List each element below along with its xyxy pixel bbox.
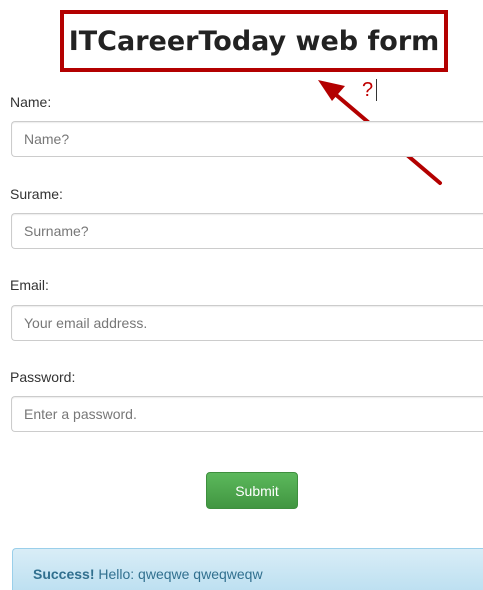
surname-input[interactable] xyxy=(11,213,483,249)
title-highlight-box: ITCareerToday web form xyxy=(60,10,448,72)
web-form-page: ITCareerToday web form ? Name: Surame: E… xyxy=(0,0,483,590)
email-label: Email: xyxy=(10,277,49,293)
text-caret xyxy=(376,79,377,101)
submit-button[interactable]: Submit xyxy=(206,472,298,509)
success-alert: Success! Hello: qweqwe qweqweqw xyxy=(12,548,483,590)
password-input[interactable] xyxy=(11,396,483,432)
password-label: Password: xyxy=(10,369,76,385)
surname-label: Surame: xyxy=(10,186,63,202)
name-label: Name: xyxy=(10,94,52,110)
email-input[interactable] xyxy=(11,305,483,341)
question-mark-annotation: ? xyxy=(362,79,374,101)
alert-message: Hello: qweqwe qweqweqw xyxy=(94,566,263,582)
page-title: ITCareerToday web form xyxy=(68,25,440,57)
alert-strong-text: Success! xyxy=(33,566,95,582)
name-input[interactable] xyxy=(11,121,483,157)
